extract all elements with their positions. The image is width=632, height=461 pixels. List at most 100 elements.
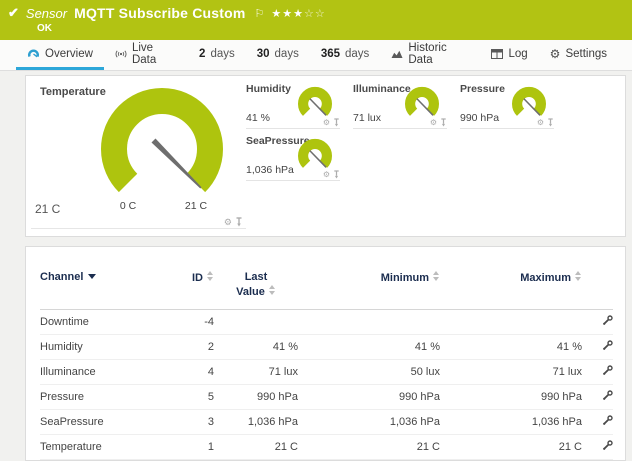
pin-icon[interactable] (547, 118, 554, 127)
chevron-down-icon (88, 274, 96, 279)
column-label: Channel (40, 271, 83, 283)
gauge-min-label: 0 C (108, 200, 148, 212)
flag-icon[interactable]: ⚐ (255, 7, 265, 20)
channel-id: 2 (168, 334, 214, 359)
tab-bar: Overview Live Data 2 days 30 days 365 da… (0, 40, 632, 71)
tab-overview[interactable]: Overview (16, 40, 104, 70)
gauge-value: 1,036 hPa (246, 164, 294, 176)
channel-id: 3 (168, 409, 214, 434)
broadcast-icon (115, 49, 127, 59)
gear-icon: ⚙ (550, 48, 561, 60)
table-icon (491, 49, 503, 59)
table-header-row: Channel ID LastValue Minimum Maximum (40, 271, 613, 309)
gauges-panel: Temperature 0 C 21 C 21 C ⚙ Humidity (25, 75, 626, 237)
table-row[interactable]: Temperature 1 21 C 21 C 21 C (40, 434, 613, 459)
last-value: 21 C (214, 434, 298, 459)
gauge-value: 990 hPa (460, 112, 499, 124)
sensor-kind-label: Sensor (26, 6, 67, 21)
gauge-settings-icon[interactable]: ⚙ (430, 119, 437, 127)
sort-icon[interactable] (433, 271, 440, 281)
minimum-value (298, 309, 440, 334)
channel-settings-button[interactable] (602, 340, 613, 354)
pressure-dial (506, 86, 552, 120)
wrench-icon (602, 415, 613, 426)
pin-icon[interactable] (333, 118, 340, 127)
gauge-pressure: Pressure 990 hPa ⚙ (460, 83, 554, 129)
tab-label: Live Data (132, 42, 177, 66)
chart-icon (391, 49, 403, 59)
sort-icon[interactable] (575, 271, 582, 281)
priority-stars[interactable]: ★★★☆☆ (271, 7, 325, 20)
sensor-title: MQTT Subscribe Custom (74, 5, 245, 21)
channel-settings-button[interactable] (602, 440, 613, 454)
column-label: Maximum (520, 272, 571, 284)
maximum-value (440, 309, 582, 334)
tab-label: Settings (565, 48, 607, 60)
column-header-minimum[interactable]: Minimum (298, 271, 440, 309)
minimum-value: 21 C (298, 434, 440, 459)
channel-settings-button[interactable] (602, 390, 613, 404)
wrench-icon (602, 340, 613, 351)
channel-name: Pressure (40, 384, 168, 409)
table-row[interactable]: SeaPressure 3 1,036 hPa 1,036 hPa 1,036 … (40, 409, 613, 434)
table-row[interactable]: Downtime -4 (40, 309, 613, 334)
gauge-settings-icon[interactable]: ⚙ (224, 218, 232, 227)
tab-historic-data[interactable]: Historic Data (380, 40, 480, 70)
channel-settings-button[interactable] (602, 365, 613, 379)
channel-name: Downtime (40, 309, 168, 334)
table-row[interactable]: Pressure 5 990 hPa 990 hPa 990 hPa (40, 384, 613, 409)
channel-name: Humidity (40, 334, 168, 359)
tab-unit: days (275, 48, 299, 60)
gauge-settings-icon[interactable]: ⚙ (323, 171, 330, 179)
column-header-id[interactable]: ID (168, 271, 214, 309)
tab-label: Overview (45, 48, 93, 60)
temperature-dial (92, 85, 232, 197)
channel-settings-button[interactable] (602, 315, 613, 329)
column-header-actions (582, 271, 613, 309)
tab-label: Historic Data (408, 42, 469, 66)
minimum-value: 50 lux (298, 359, 440, 384)
tab-live-data[interactable]: Live Data (104, 40, 188, 70)
tab-num: 2 (199, 48, 205, 60)
tab-2-days[interactable]: 2 days (188, 40, 246, 70)
stars-empty[interactable]: ☆☆ (304, 8, 326, 20)
gauge-max-label: 21 C (174, 200, 218, 212)
channel-name: SeaPressure (40, 409, 168, 434)
small-gauges-grid: Humidity 41 % ⚙ Illuminance (246, 83, 554, 181)
sort-icon[interactable] (207, 271, 214, 281)
channel-settings-button[interactable] (602, 415, 613, 429)
minimum-value: 41 % (298, 334, 440, 359)
stars-filled[interactable]: ★★★ (271, 8, 304, 20)
minimum-value: 1,036 hPa (298, 409, 440, 434)
tab-365-days[interactable]: 365 days (310, 40, 380, 70)
tab-unit: days (210, 48, 234, 60)
channel-id: 5 (168, 384, 214, 409)
sort-icon[interactable] (269, 285, 276, 295)
tab-log[interactable]: Log (480, 40, 538, 70)
last-value: 1,036 hPa (214, 409, 298, 434)
column-label: ID (192, 272, 203, 284)
table-row[interactable]: Humidity 2 41 % 41 % 41 % (40, 334, 613, 359)
illuminance-dial (399, 86, 445, 120)
gauge-settings-icon[interactable]: ⚙ (537, 119, 544, 127)
column-header-last-value[interactable]: LastValue (214, 271, 298, 309)
gauge-value: 71 lux (353, 112, 381, 124)
last-value: 990 hPa (214, 384, 298, 409)
column-header-channel[interactable]: Channel (40, 271, 168, 309)
pin-icon[interactable] (333, 170, 340, 179)
column-label: Minimum (381, 272, 429, 284)
gauge-seapressure: SeaPressure 1,036 hPa ⚙ (246, 135, 340, 181)
gauge-value: 41 % (246, 112, 270, 124)
sensor-overview-page: ✔ Sensor MQTT Subscribe Custom ⚐ ★★★☆☆ O… (0, 0, 632, 444)
pin-icon[interactable] (440, 118, 447, 127)
pin-icon[interactable] (235, 217, 243, 227)
column-header-maximum[interactable]: Maximum (440, 271, 582, 309)
gauge-settings-icon[interactable]: ⚙ (323, 119, 330, 127)
table-row[interactable]: Illuminance 4 71 lux 50 lux 71 lux (40, 359, 613, 384)
humidity-dial (292, 86, 338, 120)
tab-settings[interactable]: ⚙ Settings (539, 40, 618, 70)
last-value: 41 % (214, 334, 298, 359)
channels-panel: Channel ID LastValue Minimum Maximum Dow… (25, 246, 626, 461)
tab-30-days[interactable]: 30 days (246, 40, 310, 70)
wrench-icon (602, 315, 613, 326)
